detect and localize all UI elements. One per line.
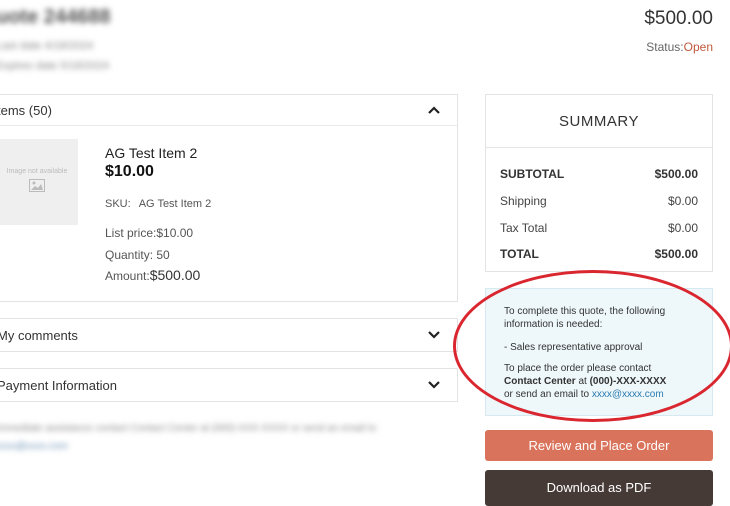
status-line: Status:Open bbox=[646, 40, 713, 54]
quote-created-date: Last date 4/18/2024 bbox=[0, 40, 94, 52]
summary-row-subtotal: SUBTOTAL $500.00 bbox=[500, 167, 698, 181]
items-panel-title: tems (50) bbox=[0, 102, 52, 118]
quote-title: uote 244688 bbox=[0, 6, 111, 28]
chevron-up-icon[interactable] bbox=[427, 103, 441, 117]
summary-value: $0.00 bbox=[667, 221, 698, 235]
review-place-order-button[interactable]: Review and Place Order bbox=[485, 430, 713, 461]
sku-label: SKU: bbox=[105, 198, 131, 210]
quote-total: $500.00 bbox=[644, 8, 713, 29]
item-price: $10.00 bbox=[105, 163, 154, 180]
notice-requirement: - Sales representative approval bbox=[504, 342, 643, 353]
amount-value: $500.00 bbox=[149, 267, 201, 283]
quote-expiry-date: Expires date 5/18/2024 bbox=[0, 60, 110, 72]
image-placeholder-text: Image not available bbox=[6, 167, 68, 175]
chevron-down-icon[interactable] bbox=[427, 378, 441, 392]
notice-at: at bbox=[578, 376, 587, 387]
status-badge: Open bbox=[683, 40, 713, 54]
payment-panel-title: Payment Information bbox=[0, 377, 117, 393]
payment-panel: Payment Information bbox=[0, 368, 458, 402]
items-panel: tems (50) Image not available AG Test It… bbox=[0, 94, 458, 302]
notice-intro: To complete this quote, the following in… bbox=[504, 306, 666, 330]
item-name[interactable]: AG Test Item 2 bbox=[105, 145, 197, 161]
image-icon bbox=[29, 178, 45, 197]
item-sku: SKU: AG Test Item 2 bbox=[105, 198, 211, 210]
contact-phone: (000)-XXX-XXXX bbox=[589, 376, 667, 387]
sku-value: AG Test Item 2 bbox=[138, 198, 212, 210]
download-pdf-button[interactable]: Download as PDF bbox=[485, 470, 713, 506]
items-panel-header[interactable]: tems (50) bbox=[0, 95, 457, 126]
contact-email-link[interactable]: xxxx@xxxx.com bbox=[592, 389, 664, 400]
contact-center-name: Contact Center bbox=[504, 376, 576, 387]
quote-requirements-notice: To complete this quote, the following in… bbox=[485, 288, 713, 416]
item-quantity: Quantity: 50 bbox=[105, 248, 170, 262]
summary-panel: SUMMARY SUBTOTAL $500.00 Shipping $0.00 … bbox=[485, 94, 713, 272]
footer-note-text: Immediate assistance contact Contact Cen… bbox=[0, 423, 377, 434]
quantity-label: Quantity: bbox=[105, 248, 154, 262]
summary-row-tax: Tax Total $0.00 bbox=[500, 221, 698, 235]
summary-value: $0.00 bbox=[667, 194, 698, 208]
chevron-down-icon[interactable] bbox=[427, 328, 441, 342]
list-price-value: $10.00 bbox=[156, 226, 194, 240]
summary-label: TOTAL bbox=[500, 247, 539, 261]
list-price-label: List price: bbox=[105, 226, 157, 240]
item-image-placeholder: Image not available bbox=[0, 139, 78, 225]
item-list-price: List price:$10.00 bbox=[105, 226, 193, 240]
comments-panel-title: My comments bbox=[0, 327, 78, 343]
notice-contact-prefix: To place the order please contact bbox=[504, 363, 652, 374]
footer-contact-note: Immediate assistance contact Contact Cen… bbox=[0, 420, 436, 456]
comments-panel-header[interactable]: My comments bbox=[0, 319, 457, 351]
payment-panel-header[interactable]: Payment Information bbox=[0, 369, 457, 401]
summary-label: SUBTOTAL bbox=[500, 167, 565, 181]
summary-value: $500.00 bbox=[654, 167, 698, 181]
notice-email-prefix: or send an email to bbox=[504, 389, 590, 400]
summary-row-shipping: Shipping $0.00 bbox=[500, 194, 698, 208]
summary-label: Tax Total bbox=[500, 221, 548, 235]
notice-contact: To place the order please contact Contac… bbox=[504, 362, 696, 401]
footer-email-link[interactable]: xxxx@xxxx.com bbox=[0, 441, 68, 452]
summary-value: $500.00 bbox=[654, 247, 698, 261]
summary-row-total: TOTAL $500.00 bbox=[500, 247, 698, 261]
comments-panel: My comments bbox=[0, 318, 458, 352]
quantity-value: 50 bbox=[156, 248, 170, 262]
item-amount: Amount:$500.00 bbox=[105, 267, 200, 283]
summary-title: SUMMARY bbox=[486, 95, 712, 148]
summary-label: Shipping bbox=[500, 194, 547, 208]
status-label: Status: bbox=[646, 40, 684, 54]
amount-label: Amount: bbox=[105, 269, 150, 283]
